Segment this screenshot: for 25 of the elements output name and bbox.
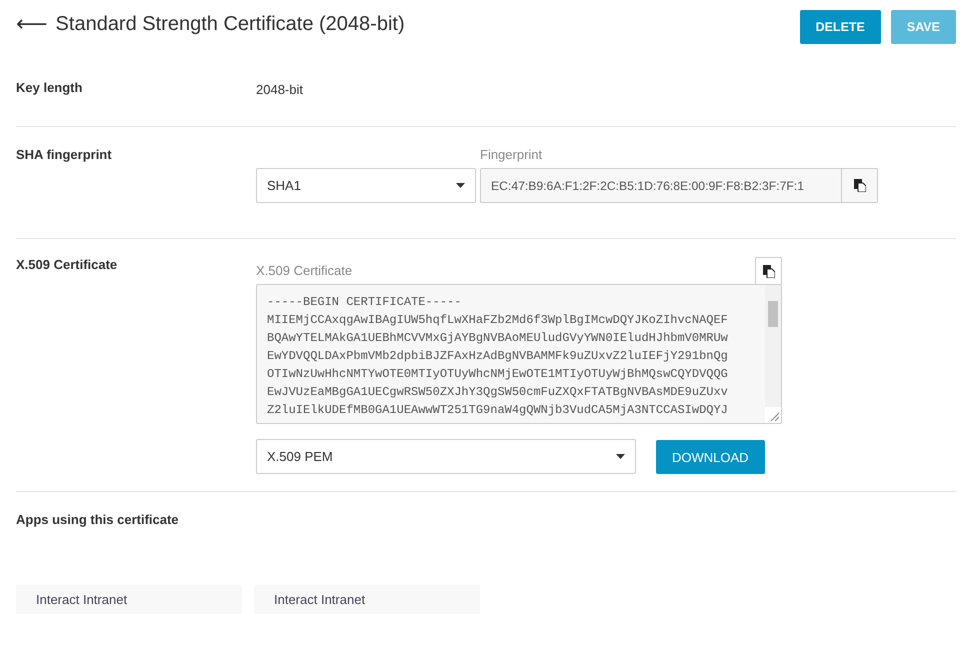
field-label: X.509 Certificate (256, 263, 352, 278)
app-item[interactable]: Interact Intranet (16, 585, 242, 614)
download-button[interactable]: DOWNLOAD (656, 440, 765, 474)
scrollbar[interactable] (765, 285, 781, 407)
algorithm-select[interactable]: SHA1 (256, 168, 476, 203)
field-label: Key length (16, 80, 84, 97)
format-select[interactable]: X.509 PEM (256, 439, 636, 474)
copy-icon (762, 264, 774, 278)
copy-icon (854, 179, 866, 192)
copy-button[interactable] (841, 169, 877, 202)
app-item[interactable]: Interact Intranet (254, 585, 480, 614)
action-button[interactable]: DELETE (800, 10, 881, 44)
field-label: Fingerprint (480, 147, 544, 162)
resize-grip-icon[interactable] (765, 407, 781, 423)
field-label: SHA fingerprint (16, 147, 113, 164)
certificate-textarea[interactable]: -----BEGIN CERTIFICATE----- MIIEMjCCAxqgAwIBAgIUW5hqfLwXHaFZb2Md6f3WplBgIMcwDQYJKoZIhvcNAQEF BQAwYTELMAkGA1UEBhMCVVMxGjAYBgNVBAoMEUludGVyYWN0IEludHJhbmV0MRUw EwYDVQQLDAxPbmVMb2dpbiBJZFAxHzAdBgNVBAMMFk9uZUxvZ2luIEFjY291bnQg OTIwNzUwHhcNMTYwOTE0MTIyOTUyWhcNMjEwOTE1MTIyOTUyWjBhMQswCQYDVQQG EwJVUzEaMBgGA1UECgwRSW50ZXJhY3QgSW50cmFuZXQxFTATBgNVBAsMDE9uZUxv Z2luIElkUDEfMB0GA1UEAwwWT251TG9naW4gQWNjb3VudCA5MjA3NTCCASIwDQYJ (256, 284, 782, 424)
key-length-value: 2048-bit (256, 81, 303, 97)
section-label: Apps using this certificate (16, 512, 180, 527)
page-title: Standard Strength Certificate (2048-bit) (56, 12, 405, 36)
caret-icon (456, 183, 465, 188)
caret-icon (616, 454, 625, 459)
fingerprint-field[interactable]: EC:47:B9:6A:F1:2F:2C:B5:1D:76:8E:00:9F:F8:B2:3F:7F:1 (480, 168, 878, 203)
back-arrow[interactable]: ⟵ (16, 12, 48, 36)
copy-button[interactable] (755, 257, 782, 284)
field-label: X.509 Certificate (16, 257, 118, 274)
